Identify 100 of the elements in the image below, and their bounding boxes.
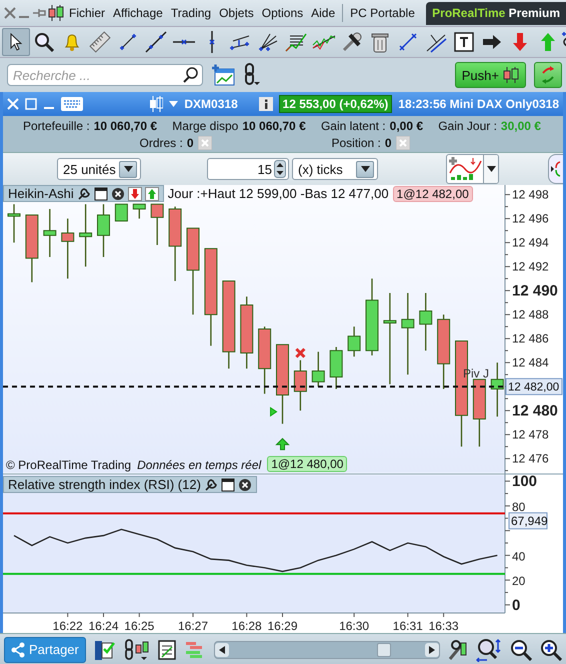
- add-chart-icon[interactable]: [211, 64, 235, 86]
- field-value: 0: [186, 136, 194, 150]
- wrench-icon[interactable]: [76, 186, 91, 200]
- brand-badge: ProRealTime Premium: [426, 2, 566, 24]
- zoom-out-icon[interactable]: [510, 638, 532, 660]
- time-label: 16:27: [178, 619, 208, 633]
- up-arrow-marker: [275, 438, 290, 450]
- menu-item[interactable]: Aide: [308, 4, 338, 22]
- vertical-line-icon[interactable]: [207, 31, 217, 53]
- price-quote: 12 553,00 (+0,62%): [278, 95, 392, 113]
- day-range-text: Jour :+Haut 12 599,00 -Bas 12 477,00: [168, 186, 389, 201]
- cross-marker: [294, 348, 306, 358]
- axis-label: 12 492: [512, 260, 549, 274]
- menu-item[interactable]: Options: [258, 4, 306, 22]
- axis-label: 12 476: [512, 452, 549, 466]
- position-tag: 1@12 480,00: [267, 456, 348, 472]
- axis-label: 12 490: [512, 282, 558, 300]
- order-tag: 1@12 482,00: [392, 186, 473, 202]
- candle: [258, 326, 272, 394]
- menu-item[interactable]: Objets: [216, 4, 257, 22]
- candle: [419, 293, 432, 351]
- scroll-right-button[interactable]: [425, 642, 439, 656]
- keyboard-icon[interactable]: [61, 97, 83, 111]
- close-icon[interactable]: [238, 478, 252, 492]
- share-icon: [11, 642, 25, 658]
- zoom-fit-icon[interactable]: [476, 638, 502, 662]
- menu-item[interactable]: Fichier: [66, 4, 108, 22]
- tool-button[interactable]: [2, 28, 30, 56]
- indicator-legend: Heikin-Ashi: [3, 185, 164, 202]
- scroll-left-button[interactable]: [214, 642, 229, 656]
- down-arrow-icon[interactable]: [512, 32, 528, 52]
- axis-label: 20: [512, 574, 526, 588]
- retracement-icon[interactable]: [285, 32, 307, 52]
- candle: [8, 204, 20, 243]
- search-icon: [183, 67, 199, 83]
- candle: [43, 209, 56, 257]
- search-icon[interactable]: [34, 32, 54, 52]
- push-button[interactable]: Push+: [454, 62, 526, 88]
- caret-icon[interactable]: [124, 166, 132, 172]
- quantity-dropdown[interactable]: 25 unités: [57, 158, 141, 180]
- point-line-icon[interactable]: [398, 32, 418, 52]
- data-feed-text: Données en temps réel: [137, 458, 262, 472]
- time-label: 16:25: [124, 619, 154, 633]
- channel-icon[interactable]: [229, 33, 251, 51]
- axis-label: 12 494: [512, 236, 549, 250]
- caret-icon[interactable]: [360, 166, 370, 172]
- axis-label: 40: [512, 549, 526, 564]
- axis-label: 0: [512, 596, 520, 614]
- field-label: Portefeuille :: [23, 118, 90, 132]
- info-icon[interactable]: [258, 97, 273, 111]
- candlestick-icon[interactable]: [503, 66, 519, 84]
- menu-item[interactable]: Affichage: [110, 4, 166, 22]
- right-triangle-icon: [429, 646, 435, 654]
- link-icon[interactable]: [243, 63, 261, 87]
- axis-label: 12 496: [512, 212, 549, 226]
- window-icon[interactable]: [94, 186, 108, 200]
- link-candle-icon[interactable]: [124, 638, 150, 660]
- document-icon[interactable]: [158, 640, 176, 660]
- pointer-icon[interactable]: [9, 33, 23, 51]
- distance-spinner[interactable]: 15: [207, 158, 289, 180]
- menu-item[interactable]: Trading: [168, 4, 214, 22]
- window-icon[interactable]: [220, 478, 235, 492]
- close-icon[interactable]: [110, 186, 125, 200]
- text-icon[interactable]: [454, 32, 474, 52]
- candle: [25, 214, 38, 282]
- down-arrow-icon[interactable]: [128, 186, 142, 200]
- right-arrow-icon[interactable]: [482, 34, 502, 50]
- triangle-marker: [270, 406, 278, 417]
- layout-check-icon[interactable]: [94, 638, 116, 660]
- up-arrow-icon[interactable]: [144, 186, 159, 200]
- quick-trade-button[interactable]: [534, 62, 562, 88]
- tools-candle-icon[interactable]: [448, 638, 468, 660]
- candle: [294, 360, 307, 411]
- indicator-button[interactable]: [446, 154, 499, 184]
- trash-icon[interactable]: [371, 31, 389, 53]
- workspace-menu[interactable]: PC Portable: [347, 4, 418, 22]
- wrench-icon[interactable]: [204, 478, 218, 492]
- fan-icon[interactable]: [258, 32, 278, 52]
- wave-icon[interactable]: [312, 33, 336, 51]
- time-label: 16:24: [88, 619, 119, 633]
- zoom-in-icon[interactable]: [540, 638, 562, 660]
- candle: [97, 204, 110, 257]
- spin-arrows-icon: [274, 160, 286, 178]
- axis-label: 100: [512, 473, 538, 490]
- caret-icon[interactable]: [486, 166, 496, 172]
- scroll-thumb[interactable]: [376, 642, 391, 656]
- instrument-caption: 18:23:56 Mini DAX Only0318: [398, 97, 559, 111]
- unit-dropdown[interactable]: (x) ticks: [292, 158, 378, 180]
- segment-icon[interactable]: [118, 32, 138, 52]
- time-label: 16:22: [52, 619, 83, 633]
- side-panel-tab[interactable]: [548, 154, 563, 184]
- candle: [312, 352, 325, 387]
- field-label: Marge dispo: [172, 118, 238, 132]
- maximize-icon[interactable]: [25, 98, 37, 110]
- candle: [490, 362, 504, 417]
- search-field[interactable]: Recherche ...: [7, 64, 203, 86]
- axis-label: 12 484: [512, 356, 549, 370]
- axis-label: 12 486: [512, 332, 549, 346]
- candlestick-icon[interactable]: [48, 4, 64, 22]
- scrollbar[interactable]: [214, 640, 440, 658]
